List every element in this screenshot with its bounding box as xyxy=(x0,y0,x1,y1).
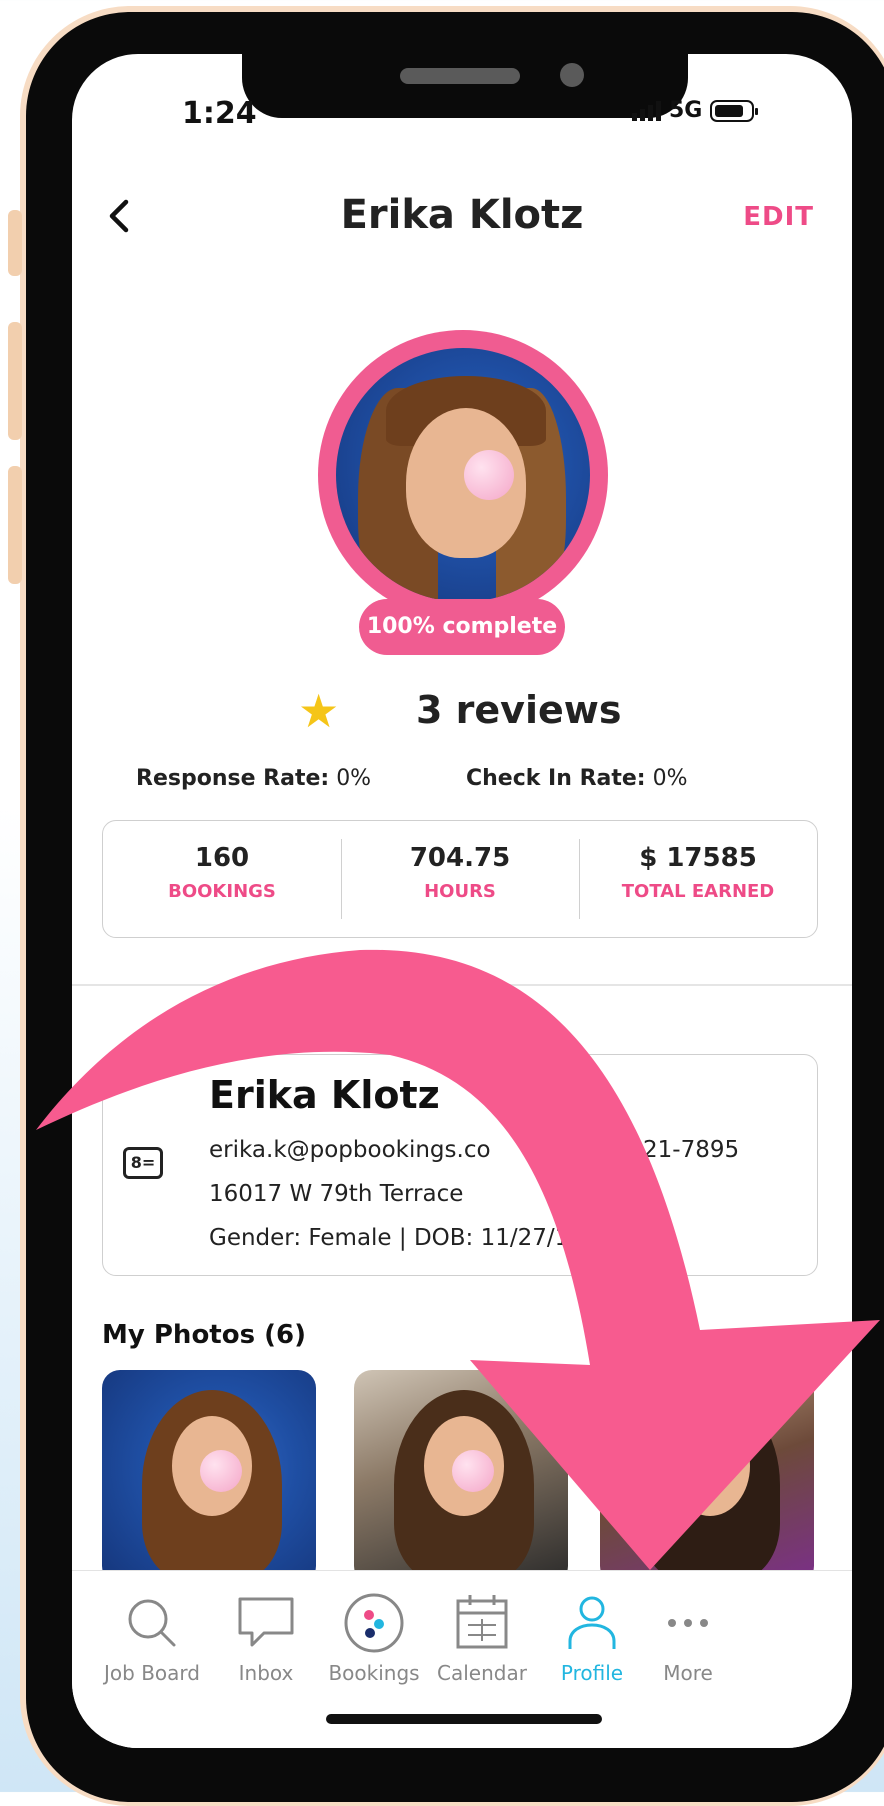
status-indicators: 5G xyxy=(632,98,759,123)
stat-value: $ 17585 xyxy=(639,843,757,873)
reviews-row[interactable]: ★ 3 reviews xyxy=(72,684,852,744)
stat-total-earned: $ 17585 TOTAL EARNED xyxy=(579,821,817,937)
star-icon: ★ xyxy=(298,684,340,738)
app-screen: 1:24 5G Erika Klotz EDIT 100% complete ★… xyxy=(72,54,852,1748)
reviews-count: 3 reviews xyxy=(416,688,622,732)
id-card-icon: 8= xyxy=(123,1147,163,1179)
checkin-rate-value: 0% xyxy=(652,766,688,791)
info-phone: 21-7895 xyxy=(643,1137,740,1163)
stat-label: TOTAL EARNED xyxy=(621,881,775,902)
completion-badge: 100% complete xyxy=(359,599,565,655)
search-icon xyxy=(92,1593,212,1657)
photos-section-title: My Photos (6) xyxy=(102,1320,306,1350)
photo-thumbnail[interactable] xyxy=(102,1370,316,1584)
checkin-rate-label: Check In Rate: xyxy=(466,766,646,791)
stat-label: BOOKINGS xyxy=(168,881,276,902)
info-name: Erika Klotz xyxy=(209,1073,440,1117)
calendar-icon xyxy=(422,1593,542,1657)
info-address: 16017 W 79th Terrace xyxy=(209,1181,464,1207)
tab-bookings[interactable]: Bookings xyxy=(314,1593,434,1685)
info-email: erika.k@popbookings.co xyxy=(209,1137,491,1163)
contact-info-card[interactable]: 8= Erika Klotz erika.k@popbookings.co 21… xyxy=(102,1054,818,1276)
signal-icon xyxy=(632,100,661,121)
notch xyxy=(242,54,688,118)
tab-label: Bookings xyxy=(328,1661,420,1685)
stat-value: 160 xyxy=(194,843,250,873)
tab-job-board[interactable]: Job Board xyxy=(92,1593,212,1685)
tab-label: Inbox xyxy=(238,1661,294,1685)
tab-label: Job Board xyxy=(104,1661,200,1685)
stat-bookings: 160 BOOKINGS xyxy=(103,821,341,937)
checkin-rate: Check In Rate: 0% xyxy=(466,766,688,791)
tab-label: More xyxy=(663,1661,713,1685)
info-details: Gender: Female | DOB: 11/27/1 xyxy=(209,1225,570,1251)
tab-calendar[interactable]: Calendar xyxy=(422,1593,542,1685)
response-rate-value: 0% xyxy=(336,766,372,791)
response-rate-label: Response Rate: xyxy=(136,766,330,791)
network-type: 5G xyxy=(669,98,703,123)
stat-hours: 704.75 HOURS xyxy=(341,821,579,937)
response-rate: Response Rate: 0% xyxy=(136,766,371,791)
photo-thumbnail[interactable] xyxy=(354,1370,568,1584)
tab-more[interactable]: More xyxy=(628,1593,748,1685)
stat-label: HOURS xyxy=(424,881,496,902)
home-indicator xyxy=(326,1714,602,1724)
app-header: Erika Klotz EDIT xyxy=(72,184,852,264)
status-time: 1:24 xyxy=(182,96,257,131)
front-camera xyxy=(560,63,584,87)
avatar xyxy=(336,348,590,602)
bubblegum xyxy=(464,450,514,500)
page-title: Erika Klotz xyxy=(340,192,584,238)
more-icon xyxy=(628,1593,748,1657)
stat-value: 704.75 xyxy=(409,843,511,873)
phone-volume-down xyxy=(8,466,22,584)
chat-icon xyxy=(206,1593,326,1657)
profile-avatar-ring[interactable] xyxy=(318,330,608,620)
stats-card: 160 BOOKINGS 704.75 HOURS $ 17585 TOTAL … xyxy=(102,820,818,938)
edit-button[interactable]: EDIT xyxy=(743,202,814,232)
phone-side-button xyxy=(8,210,22,276)
bookings-icon xyxy=(314,1593,434,1657)
tab-inbox[interactable]: Inbox xyxy=(206,1593,326,1685)
section-divider xyxy=(72,984,852,986)
photo-thumbnail[interactable] xyxy=(600,1370,814,1584)
phone-volume-up xyxy=(8,322,22,440)
tab-label: Calendar xyxy=(437,1661,527,1685)
speaker xyxy=(400,68,520,84)
battery-icon xyxy=(710,99,759,122)
